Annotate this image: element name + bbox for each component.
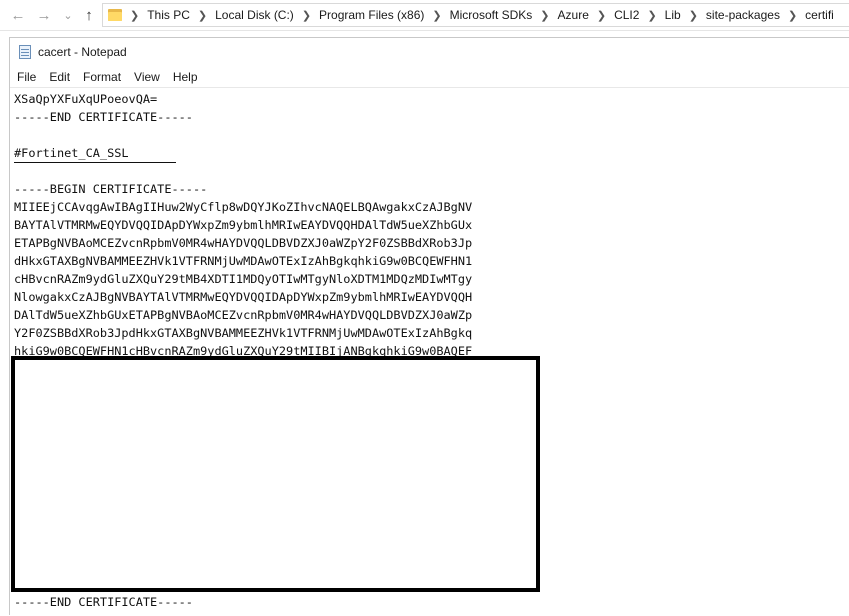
text-line: #Fortinet_CA_SSL (14, 146, 129, 160)
chevron-right-icon[interactable]: ❯ (689, 9, 698, 22)
text-editor-area[interactable]: XSaQpYXFuXqUPoeovQA= -----END CERTIFICAT… (10, 87, 849, 616)
chevron-right-icon[interactable]: ❯ (647, 9, 656, 22)
text-line: DAlTdW5ueXZhbGUxETAPBgNVBAoMCEZvcnRpbmV0… (14, 308, 473, 322)
breadcrumb-local-disk[interactable]: Local Disk (C:) (215, 8, 294, 22)
breadcrumb-this-pc[interactable]: This PC (147, 8, 190, 22)
menu-bar: File Edit Format View Help (10, 67, 849, 87)
text-line: Y2F0ZSBBdXRob3JpdHkxGTAXBgNVBAMMEEZHVk1V… (14, 326, 473, 340)
arrow-up-icon: ↑ (85, 6, 93, 24)
recent-locations-button[interactable]: ⌄ (58, 4, 78, 26)
notepad-icon (19, 45, 31, 59)
menu-view[interactable]: View (127, 70, 166, 84)
text-line: XSaQpYXFuXqUPoeovQA= (14, 92, 158, 106)
underline-rule (14, 162, 176, 163)
chevron-right-icon[interactable]: ❯ (302, 9, 311, 22)
breadcrumb-azure[interactable]: Azure (558, 8, 589, 22)
explorer-address-bar: ← → ⌄ ↑ ❯ This PC ❯ Local Disk (C:) ❯ Pr… (0, 0, 849, 31)
text-line: -----END CERTIFICATE----- (14, 595, 193, 609)
breadcrumb-lib[interactable]: Lib (665, 8, 681, 22)
text-line: cHBvcnRAZm9ydGluZXQuY29tMB4XDTI1MDQyOTIw… (14, 272, 473, 286)
text-line: dHkxGTAXBgNVBAMMEEZHVk1VTFRNMjUwMDAwOTEx… (14, 254, 473, 268)
chevron-right-icon[interactable]: ❯ (597, 9, 606, 22)
forward-button[interactable]: → (34, 4, 54, 26)
chevron-right-icon[interactable]: ❯ (130, 9, 139, 22)
notepad-titlebar[interactable]: cacert - Notepad (10, 38, 849, 66)
up-button[interactable]: ↑ (79, 4, 99, 26)
menu-help[interactable]: Help (166, 70, 204, 84)
breadcrumb-cli2[interactable]: CLI2 (614, 8, 639, 22)
text-line: NlowgakxCzAJBgNVBAYTAlVTMRMwEQYDVQQIDApD… (14, 290, 473, 304)
menu-format[interactable]: Format (76, 70, 127, 84)
breadcrumb-certifi[interactable]: certifi (805, 8, 834, 22)
window-title: cacert - Notepad (38, 45, 127, 59)
breadcrumb-program-files[interactable]: Program Files (x86) (319, 8, 424, 22)
redaction-box (11, 356, 540, 592)
notepad-window: cacert - Notepad File Edit Format View H… (9, 37, 849, 615)
menu-file[interactable]: File (10, 70, 42, 84)
chevron-down-icon: ⌄ (63, 9, 73, 22)
text-line: -----BEGIN CERTIFICATE----- (14, 182, 208, 196)
text-line: ETAPBgNVBAoMCEZvcnRpbmV0MR4wHAYDVQQLDBVD… (14, 236, 473, 250)
folder-icon (108, 9, 122, 21)
arrow-left-icon: ← (10, 6, 26, 24)
menu-edit[interactable]: Edit (42, 70, 76, 84)
breadcrumb-site-packages[interactable]: site-packages (706, 8, 780, 22)
text-line: BAYTAlVTMRMwEQYDVQQIDApDYWxpZm9ybmlhMRIw… (14, 218, 473, 232)
text-line: MIIEEjCCAvqgAwIBAgIIHuw2WyCflp8wDQYJKoZI… (14, 200, 473, 214)
arrow-right-icon: → (36, 6, 52, 24)
chevron-right-icon[interactable]: ❯ (540, 9, 549, 22)
back-button[interactable]: ← (8, 4, 28, 26)
address-path-box[interactable]: ❯ This PC ❯ Local Disk (C:) ❯ Program Fi… (102, 3, 849, 27)
chevron-right-icon[interactable]: ❯ (788, 9, 797, 22)
breadcrumb-microsoft-sdks[interactable]: Microsoft SDKs (450, 8, 533, 22)
chevron-right-icon[interactable]: ❯ (432, 9, 441, 22)
text-line: -----END CERTIFICATE----- (14, 110, 193, 124)
chevron-right-icon[interactable]: ❯ (198, 9, 207, 22)
